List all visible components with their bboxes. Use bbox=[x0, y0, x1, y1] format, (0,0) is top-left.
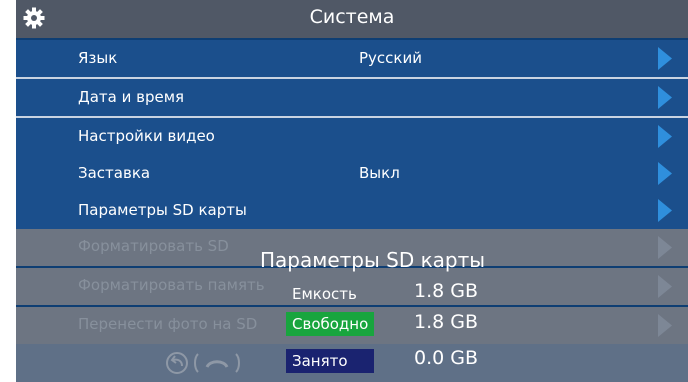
menu-item-label: Форматировать память bbox=[78, 276, 265, 294]
chevron-right-icon[interactable] bbox=[658, 47, 672, 70]
menu-item-language[interactable]: Язык Русский bbox=[16, 40, 688, 77]
chevron-right-icon bbox=[658, 275, 672, 298]
menu-item-value: Выкл bbox=[359, 164, 400, 182]
header-bar: Система bbox=[16, 0, 688, 38]
capacity-label: Емкость bbox=[292, 285, 357, 303]
sd-popup-title: Параметры SD карты bbox=[260, 248, 486, 272]
capacity-value: 1.8 GB bbox=[414, 280, 479, 302]
menu-item-screensaver[interactable]: Заставка Выкл bbox=[16, 155, 688, 192]
menu-item-label: Перенести фото на SD bbox=[78, 315, 258, 333]
free-badge: Свободно bbox=[286, 312, 375, 336]
chevron-right-icon bbox=[658, 236, 672, 259]
free-value: 1.8 GB bbox=[414, 311, 479, 333]
menu-item-value: Русский bbox=[359, 49, 422, 67]
chevron-right-icon[interactable] bbox=[658, 162, 672, 185]
system-menu-screen: Система Язык Русский Дата и время Настро… bbox=[16, 0, 688, 382]
hangup-icon[interactable] bbox=[194, 353, 240, 373]
chevron-right-icon bbox=[658, 314, 672, 337]
chevron-right-icon[interactable] bbox=[658, 199, 672, 222]
chevron-right-icon[interactable] bbox=[658, 86, 672, 109]
menu-item-sd-settings[interactable]: Параметры SD карты bbox=[16, 192, 688, 229]
used-badge: Занято bbox=[286, 349, 374, 373]
chevron-right-icon[interactable] bbox=[658, 125, 672, 148]
page-title: Система bbox=[309, 6, 395, 28]
menu-item-label: Дата и время bbox=[78, 88, 185, 106]
menu-item-label: Язык bbox=[78, 49, 118, 67]
back-icon[interactable] bbox=[166, 352, 188, 374]
menu-item-video-settings[interactable]: Настройки видео bbox=[16, 118, 688, 155]
used-value: 0.0 GB bbox=[414, 347, 479, 369]
menu-item-label: Параметры SD карты bbox=[78, 201, 247, 219]
footer-nav-icons bbox=[166, 352, 240, 374]
menu-item-label: Заставка bbox=[78, 164, 151, 182]
menu-item-label: Настройки видео bbox=[78, 127, 215, 145]
menu-item-label: Форматировать SD bbox=[78, 237, 229, 255]
menu-item-date-time[interactable]: Дата и время bbox=[16, 79, 688, 116]
